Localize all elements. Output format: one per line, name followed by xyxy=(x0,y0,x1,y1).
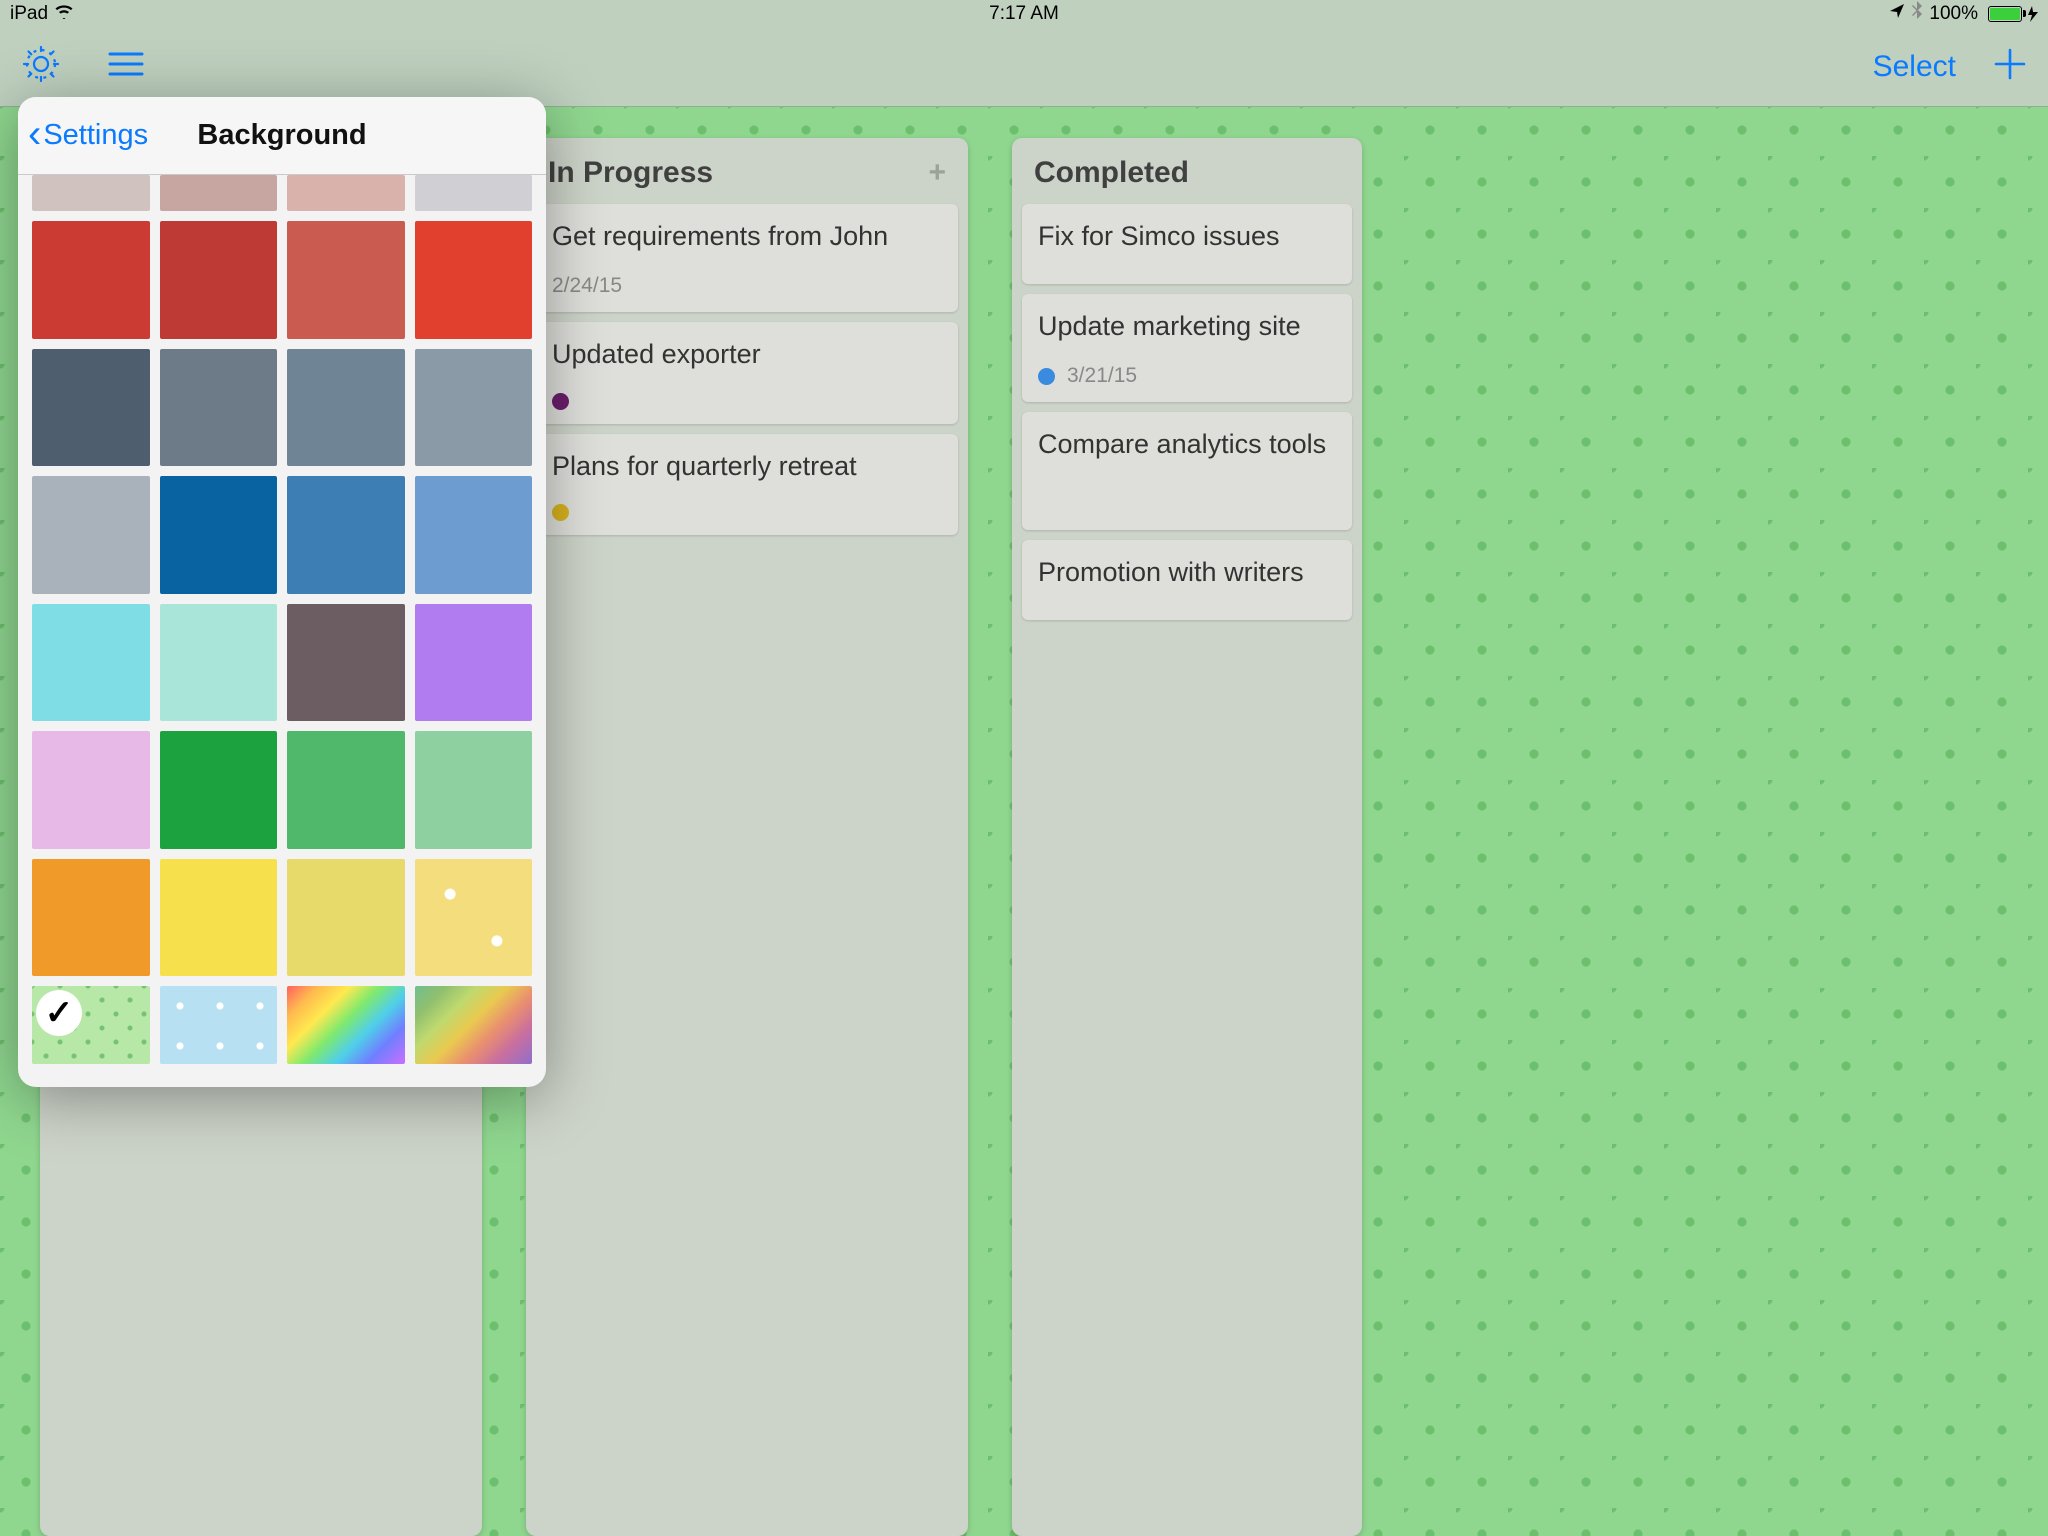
card[interactable]: Update marketing site 3/21/15 xyxy=(1022,294,1352,402)
card[interactable]: Fix for Simco issues xyxy=(1022,204,1352,284)
popover-header: Background ‹ Settings xyxy=(18,97,546,175)
card[interactable]: Get requirements from John 2/24/15 xyxy=(536,204,958,312)
background-swatch[interactable] xyxy=(287,476,405,594)
background-swatch[interactable] xyxy=(415,859,533,977)
card-date: 2/24/15 xyxy=(552,274,622,298)
add-button[interactable] xyxy=(1992,46,2028,87)
background-swatch[interactable] xyxy=(287,986,405,1064)
background-swatch[interactable] xyxy=(415,604,533,722)
battery-percent: 100% xyxy=(1929,3,1978,25)
card-tag-dot xyxy=(552,393,569,410)
add-card-button[interactable]: + xyxy=(928,156,946,190)
card-tag-dot xyxy=(552,504,569,521)
background-swatch[interactable] xyxy=(160,349,278,467)
background-swatch[interactable]: ✓ xyxy=(32,986,150,1064)
background-swatch[interactable] xyxy=(32,476,150,594)
card-title: Fix for Simco issues xyxy=(1038,220,1336,252)
card-title: Promotion with writers xyxy=(1038,556,1336,588)
card-title: Plans for quarterly retreat xyxy=(552,450,942,482)
location-icon xyxy=(1889,3,1905,25)
background-swatch[interactable] xyxy=(32,221,150,339)
card[interactable]: Compare analytics tools xyxy=(1022,412,1352,530)
wifi-icon xyxy=(54,3,74,25)
status-bar: iPad 7:17 AM 100% xyxy=(0,0,2048,27)
background-swatch[interactable] xyxy=(287,604,405,722)
background-swatch[interactable] xyxy=(160,175,278,211)
column-title: Completed xyxy=(1034,156,1189,190)
background-swatch[interactable] xyxy=(160,859,278,977)
device-label: iPad xyxy=(10,3,48,25)
background-picker-popover: Background ‹ Settings ✓ xyxy=(18,97,546,1087)
background-swatch[interactable] xyxy=(160,476,278,594)
card[interactable]: Updated exporter xyxy=(536,322,958,423)
background-swatch[interactable] xyxy=(415,731,533,849)
settings-button[interactable] xyxy=(20,43,62,90)
background-swatch[interactable] xyxy=(160,986,278,1064)
background-swatch[interactable] xyxy=(287,221,405,339)
board-column: In Progress + Get requirements from John… xyxy=(526,138,968,1536)
back-label: Settings xyxy=(43,119,148,152)
back-button[interactable]: ‹ Settings xyxy=(18,119,148,152)
checkmark-icon: ✓ xyxy=(36,990,82,1036)
background-swatch[interactable] xyxy=(415,175,533,211)
status-time: 7:17 AM xyxy=(686,3,1362,25)
background-swatch[interactable] xyxy=(415,349,533,467)
background-swatch[interactable] xyxy=(160,604,278,722)
background-swatch[interactable] xyxy=(32,175,150,211)
swatch-grid[interactable]: ✓ xyxy=(18,175,546,1087)
background-swatch[interactable] xyxy=(415,986,533,1064)
card-tag-dot xyxy=(1038,368,1055,385)
background-swatch[interactable] xyxy=(287,349,405,467)
select-button[interactable]: Select xyxy=(1873,50,1956,84)
background-swatch[interactable] xyxy=(32,731,150,849)
background-swatch[interactable] xyxy=(287,731,405,849)
background-swatch[interactable] xyxy=(32,859,150,977)
card-title: Updated exporter xyxy=(552,338,942,370)
bluetooth-icon xyxy=(1911,1,1923,27)
column-title: In Progress xyxy=(548,156,713,190)
chevron-left-icon: ‹ xyxy=(28,124,41,144)
background-swatch[interactable] xyxy=(415,476,533,594)
background-swatch[interactable] xyxy=(160,731,278,849)
background-swatch[interactable] xyxy=(287,175,405,211)
battery-icon xyxy=(1984,6,2038,22)
board-column: Completed Fix for Simco issues Update ma… xyxy=(1012,138,1362,1536)
card-date: 3/21/15 xyxy=(1067,364,1137,388)
background-swatch[interactable] xyxy=(415,221,533,339)
card-title: Update marketing site xyxy=(1038,310,1336,342)
background-swatch[interactable] xyxy=(32,604,150,722)
background-swatch[interactable] xyxy=(32,349,150,467)
card[interactable]: Plans for quarterly retreat xyxy=(536,434,958,535)
background-swatch[interactable] xyxy=(287,859,405,977)
boards-list-button[interactable] xyxy=(106,49,146,84)
app-toolbar: Select xyxy=(0,27,2048,107)
card[interactable]: Promotion with writers xyxy=(1022,540,1352,620)
card-title: Compare analytics tools xyxy=(1038,428,1336,460)
background-swatch[interactable] xyxy=(160,221,278,339)
card-title: Get requirements from John xyxy=(552,220,942,252)
